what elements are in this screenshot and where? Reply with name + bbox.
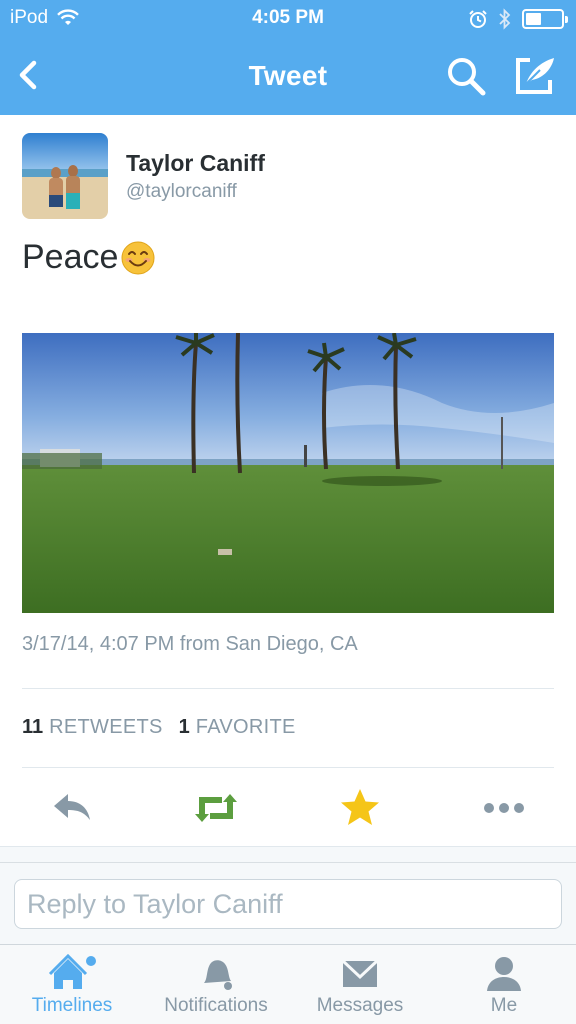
tweet-body: Peace <box>22 238 119 276</box>
navbar: Tweet <box>0 38 576 115</box>
retweets-count[interactable]: 11 <box>22 716 43 739</box>
status-right <box>468 8 568 30</box>
home-icon <box>48 953 96 989</box>
search-icon[interactable] <box>444 54 488 98</box>
favorites-count[interactable]: 1 <box>179 716 190 739</box>
tab-label: Me <box>490 995 518 1016</box>
bell-icon <box>204 960 232 990</box>
page-title: Tweet <box>248 60 328 91</box>
reply-bar <box>0 862 576 944</box>
tab-label: Messages <box>316 995 404 1016</box>
tweet-stats: 11 RETWEETS 1 FAVORITE <box>22 716 312 739</box>
reply-input[interactable] <box>14 879 562 929</box>
retweet-icon[interactable] <box>192 784 240 832</box>
alarm-icon <box>469 10 487 28</box>
envelope-icon <box>341 959 379 987</box>
tweet-timestamp[interactable]: 3/17/14, 4:07 PM from San Diego, CA <box>22 633 358 656</box>
more-icon[interactable] <box>480 784 528 832</box>
avatar-photo <box>22 133 108 219</box>
tweet-text: Peace <box>22 238 156 277</box>
beach-park-photo <box>22 333 554 613</box>
tweet-actions <box>0 770 576 846</box>
tab-me[interactable]: Me <box>432 945 576 1024</box>
tab-notifications[interactable]: Notifications <box>144 945 288 1024</box>
favorites-label[interactable]: FAVORITE <box>196 716 296 739</box>
star-icon[interactable] <box>336 784 384 832</box>
divider <box>22 767 554 768</box>
separator-band <box>0 846 576 862</box>
person-icon <box>487 957 521 991</box>
status-bar: iPod 4:05 PM <box>0 0 576 38</box>
battery-level <box>526 13 541 25</box>
avatar[interactable] <box>22 133 108 219</box>
compose-icon[interactable] <box>512 52 558 98</box>
tab-timelines[interactable]: Timelines <box>0 945 144 1024</box>
tweet-photo[interactable] <box>22 333 554 613</box>
tab-label: Notifications <box>164 995 268 1016</box>
battery-icon <box>522 9 568 29</box>
tab-messages[interactable]: Messages <box>288 945 432 1024</box>
retweets-label[interactable]: RETWEETS <box>49 716 163 739</box>
tab-label: Timelines <box>31 995 113 1016</box>
tab-bar: Timelines Notifications Messages Me <box>0 944 576 1024</box>
top-bar: iPod 4:05 PM Tweet <box>0 0 576 115</box>
author-handle[interactable]: @taylorcaniff <box>126 181 237 203</box>
bluetooth-icon <box>499 8 511 30</box>
reply-icon[interactable] <box>48 784 96 832</box>
divider <box>22 688 554 689</box>
smiling-face-emoji-icon <box>121 241 155 274</box>
author-name[interactable]: Taylor Caniff <box>126 150 265 177</box>
